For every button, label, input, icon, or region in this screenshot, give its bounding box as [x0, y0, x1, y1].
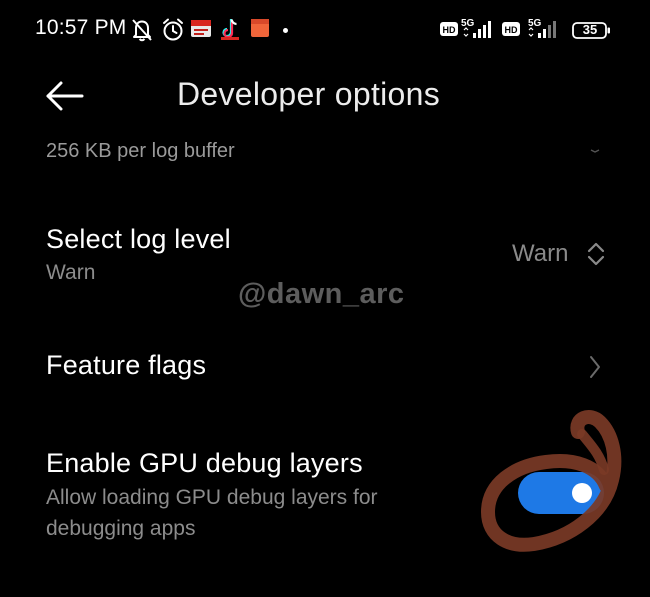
setting-feature-flags[interactable]: Feature flags	[0, 330, 650, 400]
header: Developer options	[0, 62, 650, 132]
hd-label-1: HD	[443, 25, 456, 35]
chevron-up-down-icon	[586, 240, 606, 268]
tiktok-icon	[219, 17, 241, 46]
setting-title: Feature flags	[46, 350, 207, 380]
hd-label-2: HD	[505, 25, 518, 35]
setting-title: Select log level	[46, 224, 231, 254]
back-button[interactable]	[40, 74, 92, 118]
watermark: @dawn_arc	[238, 278, 405, 310]
toggle-knob	[572, 483, 592, 503]
note-app-icon	[249, 17, 271, 44]
status-bar: 10:57 PM HD 5G HD 5G 35	[0, 0, 650, 62]
network-label-1: 5G	[461, 18, 475, 29]
clock: 10:57 PM	[35, 16, 127, 39]
gpu-debug-toggle[interactable]	[518, 472, 604, 514]
news-app-icon	[190, 17, 212, 44]
battery-level: 35	[582, 22, 598, 37]
log-level-value[interactable]: Warn	[512, 240, 568, 268]
bell-off-icon	[130, 17, 154, 48]
page-title: Developer options	[177, 76, 441, 112]
arrow-left-icon	[40, 81, 92, 122]
setting-title: Enable GPU debug layers	[46, 448, 363, 478]
chevron-down-icon	[590, 140, 600, 153]
signal-icon: HD 5G	[502, 16, 564, 49]
chevron-right-icon	[588, 354, 602, 380]
dot-icon	[283, 28, 288, 33]
signal-icon: HD 5G	[440, 16, 498, 49]
alarm-icon	[161, 17, 185, 48]
network-label-2: 5G	[528, 18, 542, 29]
log-buffer-summary: 256 KB per log buffer	[46, 140, 235, 162]
setting-subtitle: Allow loading GPU debug layers for debug…	[46, 486, 378, 540]
